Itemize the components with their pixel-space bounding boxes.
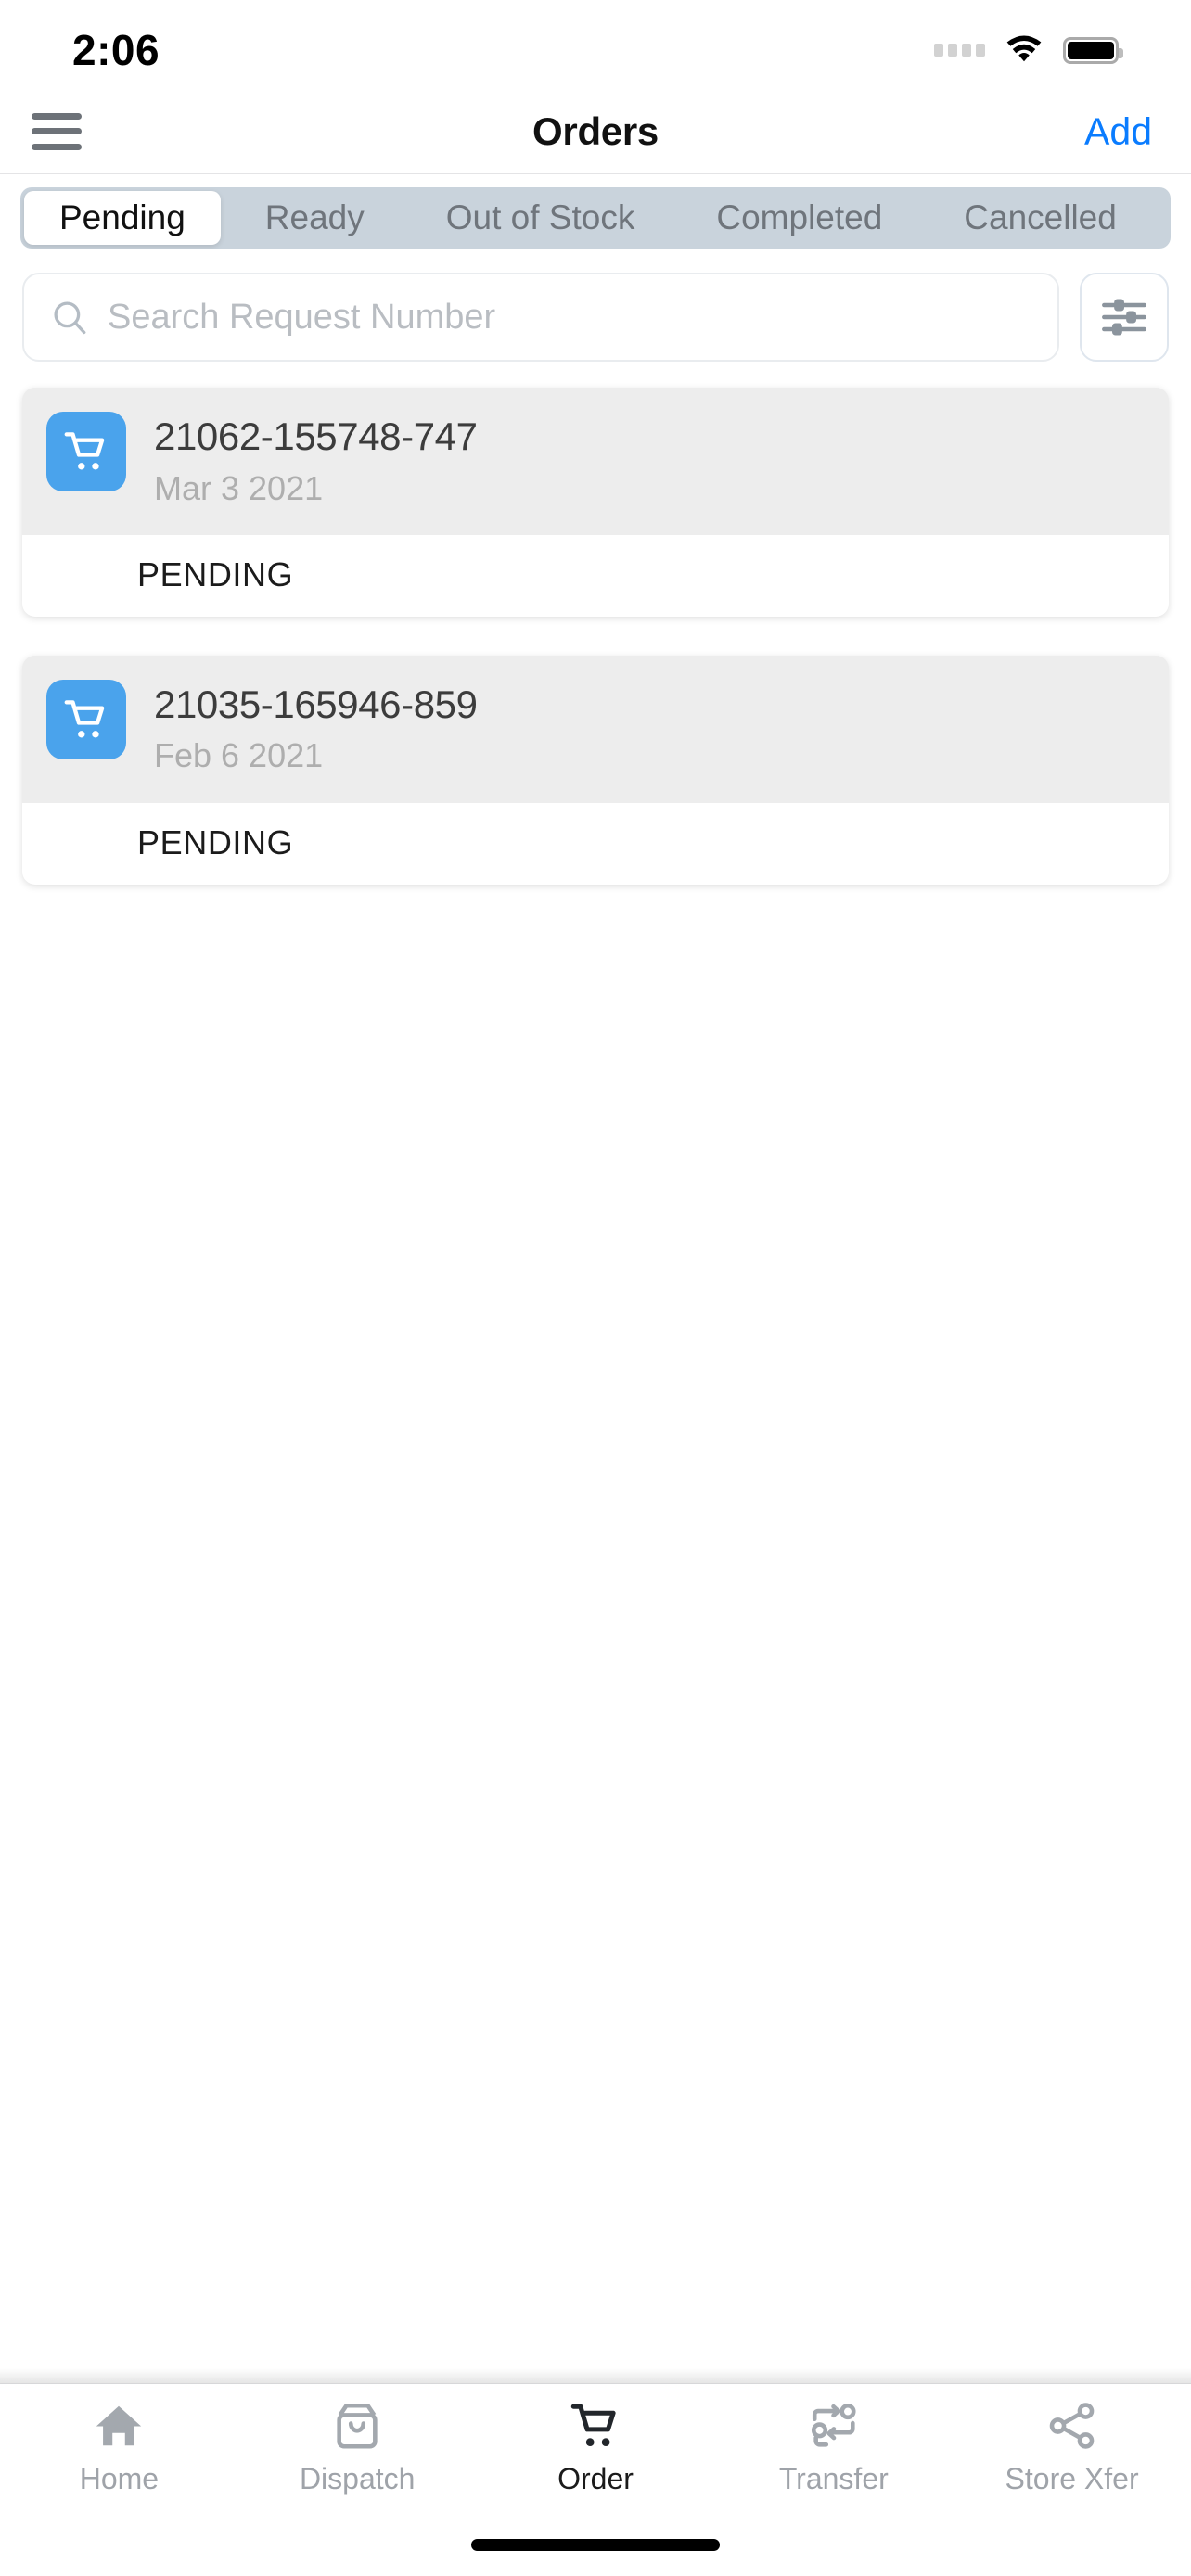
filter-button[interactable] xyxy=(1080,273,1169,362)
shopping-cart-icon xyxy=(570,2404,616,2446)
tab-label-order: Order xyxy=(557,2462,634,2495)
status-time: 2:06 xyxy=(72,26,160,74)
tab-home[interactable]: Home xyxy=(0,2399,238,2496)
tab-dispatch[interactable]: Dispatch xyxy=(238,2399,477,2496)
battery-full-icon xyxy=(1063,36,1123,64)
bottom-tab-bar: Home Dispatch Order Transfer Store Xfer xyxy=(0,2383,1191,2513)
order-date: Feb 6 2021 xyxy=(154,736,324,775)
shopping-cart-icon xyxy=(46,679,126,759)
order-card-footer: PENDING xyxy=(22,802,1169,885)
order-number: 21035-165946-859 xyxy=(154,682,478,726)
shopping-bag-icon xyxy=(337,2403,378,2449)
tab-label-home: Home xyxy=(79,2462,160,2495)
tab-out-of-stock[interactable]: Out of Stock xyxy=(405,191,676,245)
status-badge: PENDING xyxy=(137,555,294,593)
status-bar: 2:06 xyxy=(0,0,1191,89)
tab-pending[interactable]: Pending xyxy=(24,191,221,245)
transfer-exchange-icon xyxy=(811,2403,856,2447)
order-details: 21062-155748-747 Mar 3 2021 xyxy=(154,412,1145,507)
status-badge: PENDING xyxy=(137,823,294,861)
tab-order[interactable]: Order xyxy=(477,2399,715,2496)
shopping-cart-icon xyxy=(46,412,126,491)
navigation-bar: Orders Add xyxy=(0,89,1191,174)
status-filter-tabs: Pending Ready Out of Stock Completed Can… xyxy=(0,174,1191,252)
filter-sliders-icon xyxy=(1102,299,1146,336)
add-button[interactable]: Add xyxy=(1084,109,1152,153)
search-box[interactable] xyxy=(22,273,1059,362)
order-card-body: 21062-155748-747 Mar 3 2021 xyxy=(22,388,1169,535)
home-icon xyxy=(96,2405,142,2446)
tab-label-store-xfer: Store Xfer xyxy=(1005,2462,1139,2495)
tab-cancelled[interactable]: Cancelled xyxy=(923,191,1158,245)
search-input[interactable] xyxy=(108,297,1031,338)
order-card-footer: PENDING xyxy=(22,534,1169,617)
order-date: Mar 3 2021 xyxy=(154,468,324,507)
tab-ready[interactable]: Ready xyxy=(224,191,405,245)
search-row xyxy=(0,252,1191,378)
tab-transfer[interactable]: Transfer xyxy=(714,2399,953,2496)
share-network-icon xyxy=(1049,2403,1094,2449)
tab-label-dispatch: Dispatch xyxy=(299,2462,416,2495)
home-indicator[interactable] xyxy=(471,2538,720,2551)
order-number: 21062-155748-747 xyxy=(154,414,478,458)
search-icon xyxy=(54,301,86,335)
order-card-body: 21035-165946-859 Feb 6 2021 xyxy=(22,655,1169,803)
status-indicators xyxy=(934,34,1123,66)
hamburger-menu-icon[interactable] xyxy=(32,112,82,150)
signal-dots-icon xyxy=(934,44,985,57)
order-card[interactable]: 21062-155748-747 Mar 3 2021 PENDING xyxy=(22,388,1169,617)
home-indicator-area xyxy=(0,2513,1191,2576)
wifi-icon xyxy=(1006,35,1042,62)
order-details: 21035-165946-859 Feb 6 2021 xyxy=(154,680,1145,775)
app-screen: 2:06 Orders Add Pending Ready Out of Sto… xyxy=(0,0,1191,2576)
tab-label-transfer: Transfer xyxy=(778,2462,889,2495)
page-title: Orders xyxy=(532,108,659,153)
tab-store-xfer[interactable]: Store Xfer xyxy=(953,2399,1191,2496)
segmented-control[interactable]: Pending Ready Out of Stock Completed Can… xyxy=(20,187,1171,249)
order-card[interactable]: 21035-165946-859 Feb 6 2021 PENDING xyxy=(22,655,1169,885)
orders-list: 21062-155748-747 Mar 3 2021 PENDING 2103… xyxy=(0,378,1191,2368)
tab-completed[interactable]: Completed xyxy=(675,191,923,245)
tabbar-shadow xyxy=(0,2368,1191,2383)
